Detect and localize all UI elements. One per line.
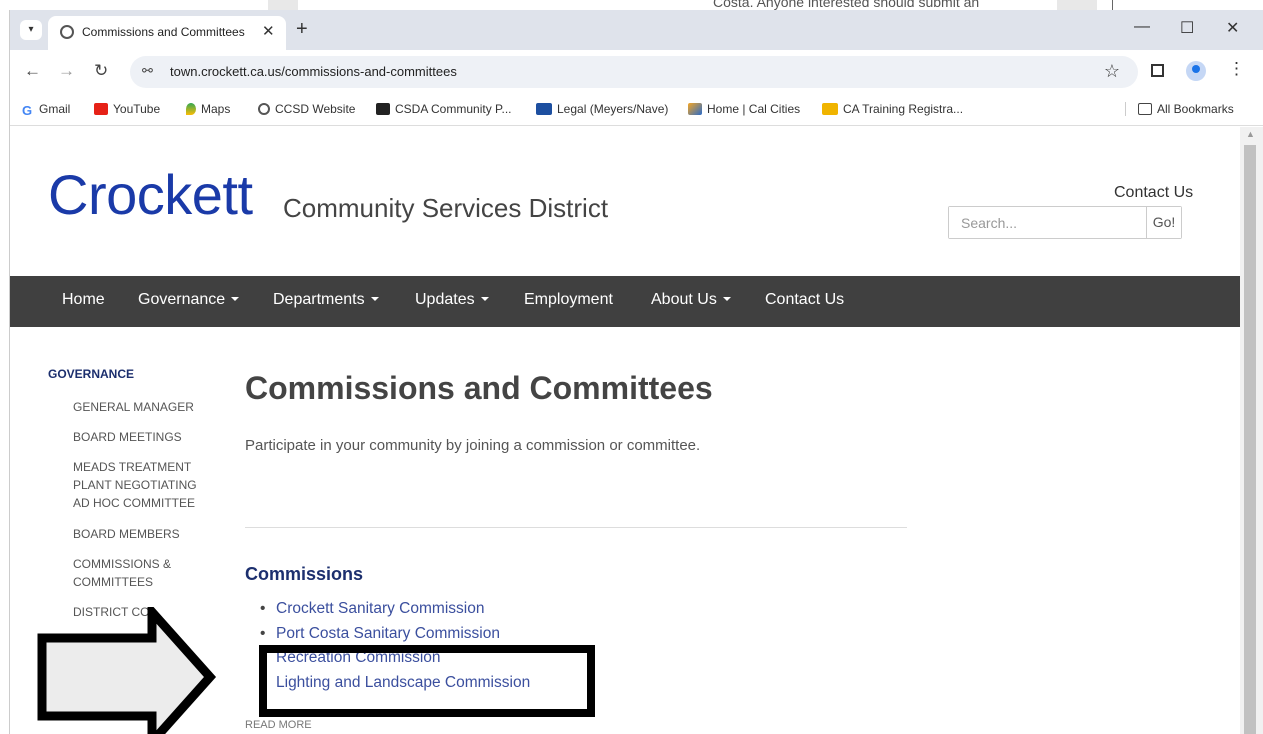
scroll-up-icon[interactable]: ▲ <box>1246 129 1255 139</box>
search-go-button[interactable]: Go! <box>1146 207 1181 238</box>
site-logo[interactable]: Crockett <box>48 162 253 227</box>
commission-link[interactable]: Port Costa Sanitary Commission <box>260 622 530 647</box>
tab-search-button[interactable]: ▾ <box>20 20 42 40</box>
folder-icon <box>1138 103 1152 115</box>
bookmark-youtube[interactable]: YouTube <box>94 102 160 116</box>
site-info-icon[interactable]: ⚯ <box>142 63 153 79</box>
search-input[interactable] <box>949 207 1146 238</box>
navigation-bar: ← → ↻ ⚯ town.crockett.ca.us/commissions-… <box>10 50 1263 94</box>
youtube-icon <box>94 103 108 115</box>
maximize-button[interactable]: ☐ <box>1180 18 1194 38</box>
sidebar-item-meads-committee[interactable]: MEADS TREATMENT PLANT NEGOTIATING AD HOC… <box>73 458 208 512</box>
bookmark-legal[interactable]: Legal (Meyers/Nave) <box>536 102 668 116</box>
mn-icon <box>536 103 552 115</box>
bookmark-csda[interactable]: CSDA Community P... <box>376 102 511 116</box>
web-page: Crockett Community Services District Con… <box>10 127 1240 734</box>
contact-us-link[interactable]: Contact Us <box>1114 184 1193 202</box>
bookmark-maps[interactable]: Maps <box>186 102 230 116</box>
site-logo-subtitle: Community Services District <box>283 193 609 223</box>
nav-departments[interactable]: Departments <box>273 291 379 309</box>
caret-down-icon <box>480 297 489 301</box>
side-panel-icon[interactable] <box>1151 64 1164 77</box>
sidebar-item-general-manager[interactable]: GENERAL MANAGER <box>73 398 213 416</box>
reload-button[interactable]: ↻ <box>94 61 108 81</box>
new-tab-button[interactable]: + <box>296 18 308 41</box>
intro-text: Participate in your community by joining… <box>245 437 701 454</box>
page-scrollbar[interactable]: ▲ <box>1240 127 1263 734</box>
tab-strip: ▾ Commissions and Committees ✕ + — ☐ ✕ <box>10 10 1263 50</box>
bookmark-ccsd[interactable]: CCSD Website <box>258 102 355 116</box>
maps-icon <box>186 103 196 115</box>
background-text: Costa. Anyone interested should submit a… <box>713 0 980 10</box>
background-strip <box>268 0 298 10</box>
csda-icon <box>376 103 390 115</box>
nav-home[interactable]: Home <box>62 291 105 309</box>
menu-icon[interactable]: ⋮ <box>1228 59 1245 79</box>
right-arrow-icon <box>37 607 217 734</box>
tab-title: Commissions and Committees <box>82 25 245 39</box>
calcities-icon <box>688 103 702 115</box>
bookmark-cal-cities[interactable]: Home | Cal Cities <box>688 102 800 116</box>
read-more-link[interactable]: READ MORE <box>245 719 312 731</box>
url-text: town.crockett.ca.us/commissions-and-comm… <box>170 64 457 79</box>
gmail-icon: G <box>22 103 33 118</box>
nav-about-us[interactable]: About Us <box>651 291 731 309</box>
highlight-box-annotation <box>259 645 595 717</box>
hr-icon <box>822 103 838 115</box>
profile-avatar[interactable] <box>1186 61 1206 81</box>
nav-governance[interactable]: Governance <box>138 291 240 309</box>
section-heading: Commissions <box>245 564 364 584</box>
sidebar-item-board-members[interactable]: BOARD MEMBERS <box>73 525 213 543</box>
all-bookmarks[interactable]: All Bookmarks <box>1125 102 1234 116</box>
bookmark-star-icon[interactable]: ☆ <box>1104 61 1120 82</box>
globe-icon <box>60 25 74 39</box>
main-navigation: Home Governance Departments Updates Empl… <box>10 276 1240 327</box>
nav-updates[interactable]: Updates <box>415 291 489 309</box>
forward-button[interactable]: → <box>58 61 75 81</box>
background-strip <box>1057 0 1097 10</box>
divider <box>245 527 907 528</box>
globe-icon <box>258 103 270 115</box>
nav-contact-us[interactable]: Contact Us <box>765 291 844 309</box>
sidebar-item-commissions[interactable]: COMMISSIONS & COMMITTEES <box>73 555 183 591</box>
minimize-button[interactable]: — <box>1134 18 1150 36</box>
sidebar-item-board-meetings[interactable]: BOARD MEETINGS <box>73 428 213 446</box>
caret-down-icon <box>370 297 379 301</box>
caret-down-icon <box>231 297 240 301</box>
page-title: Commissions and Committees <box>245 370 713 406</box>
commission-link[interactable]: Crockett Sanitary Commission <box>260 597 530 622</box>
sidebar-heading[interactable]: GOVERNANCE <box>48 367 134 381</box>
nav-employment[interactable]: Employment <box>524 291 613 309</box>
scrollbar-thumb[interactable] <box>1244 145 1256 734</box>
back-button[interactable]: ← <box>24 61 41 81</box>
browser-window: ▾ Commissions and Committees ✕ + — ☐ ✕ ←… <box>9 10 1263 734</box>
caret-down-icon <box>722 297 731 301</box>
active-tab[interactable]: Commissions and Committees ✕ <box>48 16 286 50</box>
close-window-button[interactable]: ✕ <box>1226 18 1239 38</box>
bookmark-ca-training[interactable]: CA Training Registra... <box>822 102 963 116</box>
bookmark-gmail[interactable]: G Gmail <box>22 102 70 118</box>
address-bar[interactable]: ⚯ town.crockett.ca.us/commissions-and-co… <box>130 56 1138 88</box>
close-icon[interactable]: ✕ <box>262 22 275 40</box>
search-form: Go! <box>948 206 1182 239</box>
bookmarks-bar: G Gmail YouTube Maps CCSD Website CSDA Co… <box>10 94 1263 126</box>
